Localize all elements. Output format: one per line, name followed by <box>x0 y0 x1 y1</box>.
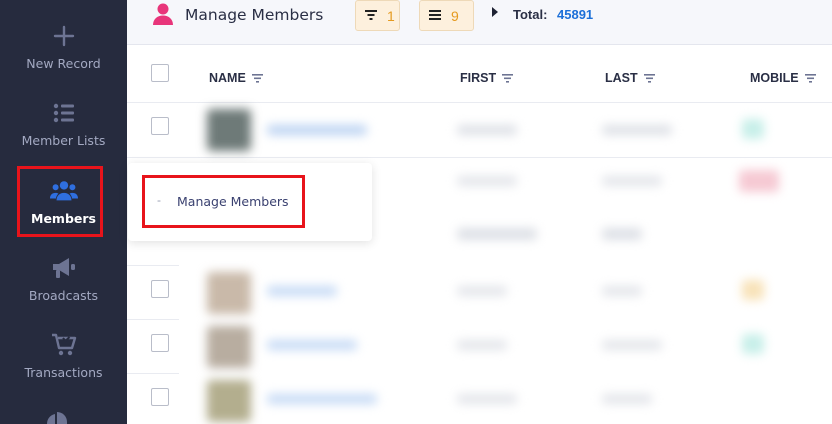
sidebar-item-new-record[interactable]: New Record <box>0 22 127 71</box>
avatar <box>207 380 251 422</box>
column-header-name[interactable]: NAME <box>209 71 263 85</box>
table-row[interactable] <box>127 266 832 319</box>
column-header-first[interactable]: FIRST <box>460 71 514 85</box>
avatar <box>207 109 251 151</box>
table-row[interactable] <box>127 374 832 424</box>
column-header-label: NAME <box>209 71 246 85</box>
column-header-last[interactable]: LAST <box>605 71 655 85</box>
sidebar-item-label: New Record <box>26 56 101 71</box>
column-header-label: MOBILE <box>750 71 799 85</box>
blurred-name <box>267 394 377 404</box>
highlight-box-members <box>17 166 103 237</box>
list-lines-icon <box>429 7 441 25</box>
avatar <box>207 272 251 314</box>
row-checkbox[interactable] <box>151 117 169 135</box>
row-checkbox[interactable] <box>151 334 169 352</box>
sidebar-item-broadcasts[interactable]: Broadcasts <box>0 254 127 303</box>
user-icon <box>152 2 174 26</box>
blurred-first <box>457 340 507 350</box>
blurred-mobile <box>742 119 764 139</box>
blurred-name <box>267 286 337 296</box>
sort-filter-icon[interactable] <box>251 73 263 83</box>
blurred-last <box>602 125 672 135</box>
avatar <box>207 326 251 368</box>
row-checkbox[interactable] <box>151 388 169 406</box>
filter-count-button[interactable]: 1 <box>355 0 400 31</box>
column-header-mobile[interactable]: MOBILE <box>750 71 816 85</box>
sidebar-item-label: Transactions <box>24 365 103 380</box>
blurred-last <box>602 394 652 404</box>
blurred-last <box>602 176 662 186</box>
caret-right-icon[interactable] <box>492 7 498 17</box>
page-header: Manage Members 1 9 Total: 45891 <box>127 0 832 45</box>
blurred-last <box>602 286 642 296</box>
blurred-mobile <box>742 334 764 354</box>
sidebar-item-label: Member Lists <box>21 133 106 148</box>
list-count-button[interactable]: 9 <box>419 0 474 31</box>
blurred-mobile <box>739 170 779 192</box>
column-header-label: LAST <box>605 71 638 85</box>
filter-icon <box>365 7 377 25</box>
sort-filter-icon[interactable] <box>804 73 816 83</box>
row-checkbox[interactable] <box>151 280 169 298</box>
blurred-last <box>602 340 662 350</box>
pie-chart-icon[interactable] <box>45 409 69 424</box>
sort-filter-icon[interactable] <box>502 73 514 83</box>
column-header-label: FIRST <box>460 71 497 85</box>
blurred-first <box>457 176 517 186</box>
blurred-first <box>457 286 507 296</box>
sort-filter-icon[interactable] <box>643 73 655 83</box>
plus-icon <box>50 22 78 50</box>
list-icon <box>50 99 78 127</box>
blurred-last <box>602 228 642 240</box>
sidebar: New Record Member Lists Members Broadcas… <box>0 0 127 424</box>
blurred-first <box>457 125 517 135</box>
blurred-first <box>457 228 537 240</box>
list-count: 9 <box>451 7 459 24</box>
blurred-name <box>267 125 367 135</box>
total-label: Total: <box>513 7 548 22</box>
megaphone-icon <box>50 254 78 282</box>
sidebar-item-label: Broadcasts <box>28 288 99 303</box>
total-value: 45891 <box>557 7 594 22</box>
cart-icon <box>50 331 78 359</box>
filter-count: 1 <box>387 7 395 24</box>
blurred-first <box>457 394 517 404</box>
blurred-mobile <box>742 280 764 300</box>
blurred-name <box>267 340 357 350</box>
highlight-box-manage-members <box>142 175 305 228</box>
table-row[interactable] <box>127 320 832 373</box>
sidebar-item-member-lists[interactable]: Member Lists <box>0 99 127 148</box>
sidebar-item-transactions[interactable]: Transactions <box>0 331 127 380</box>
select-all-checkbox[interactable] <box>151 64 169 82</box>
table-row[interactable] <box>127 103 832 157</box>
page-title: Manage Members <box>185 6 324 24</box>
